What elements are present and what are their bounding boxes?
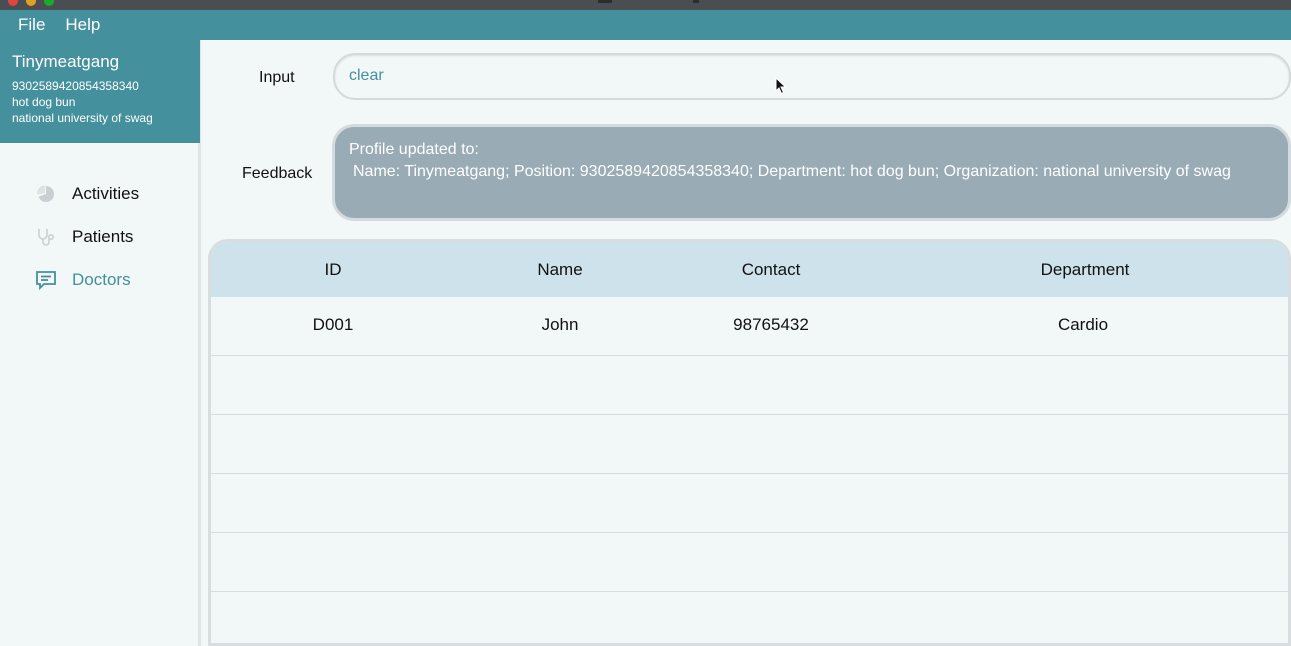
table-header: ID Name Contact Department <box>211 242 1288 297</box>
cell-department: Cardio <box>1057 315 1109 334</box>
sidebar-nav: Activities Patients Doctors <box>0 172 198 301</box>
sidebar-item-label: Patients <box>72 226 134 246</box>
feedback-label: Feedback <box>242 165 313 182</box>
chat-icon <box>34 268 58 292</box>
column-header-department[interactable]: Department <box>1041 260 1130 280</box>
profile-department: hot dog bun <box>12 95 76 109</box>
table-row-empty <box>211 356 1288 415</box>
command-input-value: clear <box>349 67 384 84</box>
column-header-name[interactable]: Name <box>537 260 582 280</box>
doctors-table: ID Name Contact Department D001 John 987… <box>208 239 1291 646</box>
profile-organization: national university of swag <box>12 111 153 125</box>
minimize-window-icon[interactable] <box>26 0 36 6</box>
sidebar-item-label: Doctors <box>72 269 131 289</box>
menu-bar: File Help <box>0 10 1291 40</box>
sidebar: Tinymeatgang 9302589420854358340 hot dog… <box>0 40 201 646</box>
pie-chart-icon <box>34 182 58 206</box>
table-row-empty <box>211 474 1288 533</box>
window-title-icon <box>598 0 612 3</box>
feedback-line-2: Name: Tinymeatgang; Position: 9302589420… <box>353 163 1231 180</box>
window-titlebar <box>0 0 1291 10</box>
feedback-line-1: Profile updated to: <box>349 141 479 158</box>
column-header-contact[interactable]: Contact <box>742 260 801 280</box>
window-title-fragment <box>693 0 699 3</box>
menu-help[interactable]: Help <box>65 15 100 35</box>
sidebar-item-activities[interactable]: Activities <box>0 172 198 215</box>
stethoscope-icon <box>34 225 58 249</box>
cell-name: John <box>541 315 579 334</box>
sidebar-item-doctors[interactable]: Doctors <box>0 258 198 301</box>
zoom-window-icon[interactable] <box>44 0 54 6</box>
menu-file[interactable]: File <box>18 15 45 35</box>
close-window-icon[interactable] <box>8 0 18 6</box>
feedback-display: Profile updated to: Name: Tinymeatgang; … <box>332 124 1291 221</box>
table-row[interactable]: D001 John 98765432 Cardio <box>211 297 1288 356</box>
profile-name: Tinymeatgang <box>12 52 120 71</box>
profile-card: Tinymeatgang 9302589420854358340 hot dog… <box>0 40 200 143</box>
input-label: Input <box>259 69 295 86</box>
cell-contact: 98765432 <box>733 315 809 334</box>
table-row-empty <box>211 415 1288 474</box>
profile-position: 9302589420854358340 <box>12 79 139 93</box>
cell-id: D001 <box>312 315 354 334</box>
command-input[interactable]: clear <box>333 53 1291 100</box>
table-row-empty <box>211 533 1288 592</box>
sidebar-item-patients[interactable]: Patients <box>0 215 198 258</box>
mouse-cursor-icon <box>775 77 787 95</box>
column-header-id[interactable]: ID <box>325 260 342 280</box>
table-row-empty <box>211 592 1288 643</box>
sidebar-item-label: Activities <box>72 183 140 203</box>
